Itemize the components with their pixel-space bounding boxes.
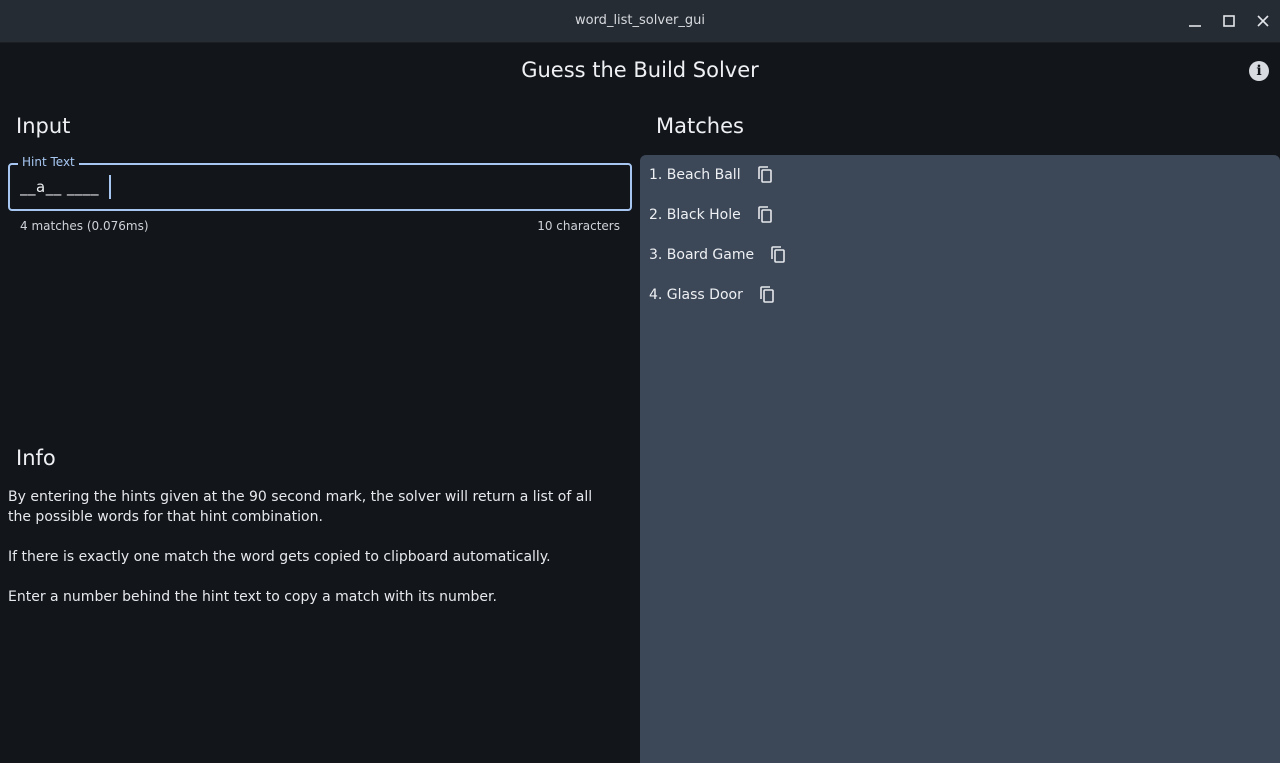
copy-icon[interactable] xyxy=(755,165,775,185)
minimize-icon xyxy=(1186,12,1204,30)
match-item: 2. Black Hole xyxy=(649,203,775,227)
match-label: 2. Black Hole xyxy=(649,207,741,223)
input-heading: Input xyxy=(16,114,71,138)
match-item: 3. Board Game xyxy=(649,243,788,267)
match-label: 1. Beach Ball xyxy=(649,167,741,183)
matches-list: 1. Beach Ball 2. Black Hole 3. Board Gam… xyxy=(640,155,1280,763)
match-item: 4. Glass Door xyxy=(649,283,777,307)
maximize-icon xyxy=(1220,12,1238,30)
info-paragraph: By entering the hints given at the 90 se… xyxy=(8,489,593,525)
info-paragraph: If there is exactly one match the word g… xyxy=(8,549,551,565)
info-icon: i xyxy=(1256,63,1262,79)
maximize-button[interactable] xyxy=(1220,12,1238,30)
copy-icon[interactable] xyxy=(757,285,777,305)
hint-text-field[interactable]: Hint Text xyxy=(8,155,632,211)
match-label: 4. Glass Door xyxy=(649,287,743,303)
character-count: 10 characters xyxy=(537,219,620,233)
match-label: 3. Board Game xyxy=(649,247,755,263)
close-button[interactable] xyxy=(1254,12,1272,30)
text-caret xyxy=(109,175,111,199)
minimize-button[interactable] xyxy=(1186,12,1204,30)
app-title: Guess the Build Solver xyxy=(521,58,759,82)
close-icon xyxy=(1254,12,1272,30)
info-paragraph: Enter a number behind the hint text to c… xyxy=(8,589,497,605)
match-item: 1. Beach Ball xyxy=(649,163,775,187)
window-titlebar: word_list_solver_gui xyxy=(0,0,1280,43)
copy-icon[interactable] xyxy=(768,245,788,265)
info-button[interactable]: i xyxy=(1249,61,1269,81)
hint-text-label: Hint Text xyxy=(18,155,79,169)
copy-icon[interactable] xyxy=(755,205,775,225)
match-status: 4 matches (0.076ms) xyxy=(20,219,149,233)
info-heading: Info xyxy=(16,446,56,470)
matches-heading: Matches xyxy=(656,114,744,138)
window-title: word_list_solver_gui xyxy=(574,13,706,28)
info-text: By entering the hints given at the 90 se… xyxy=(8,487,618,627)
